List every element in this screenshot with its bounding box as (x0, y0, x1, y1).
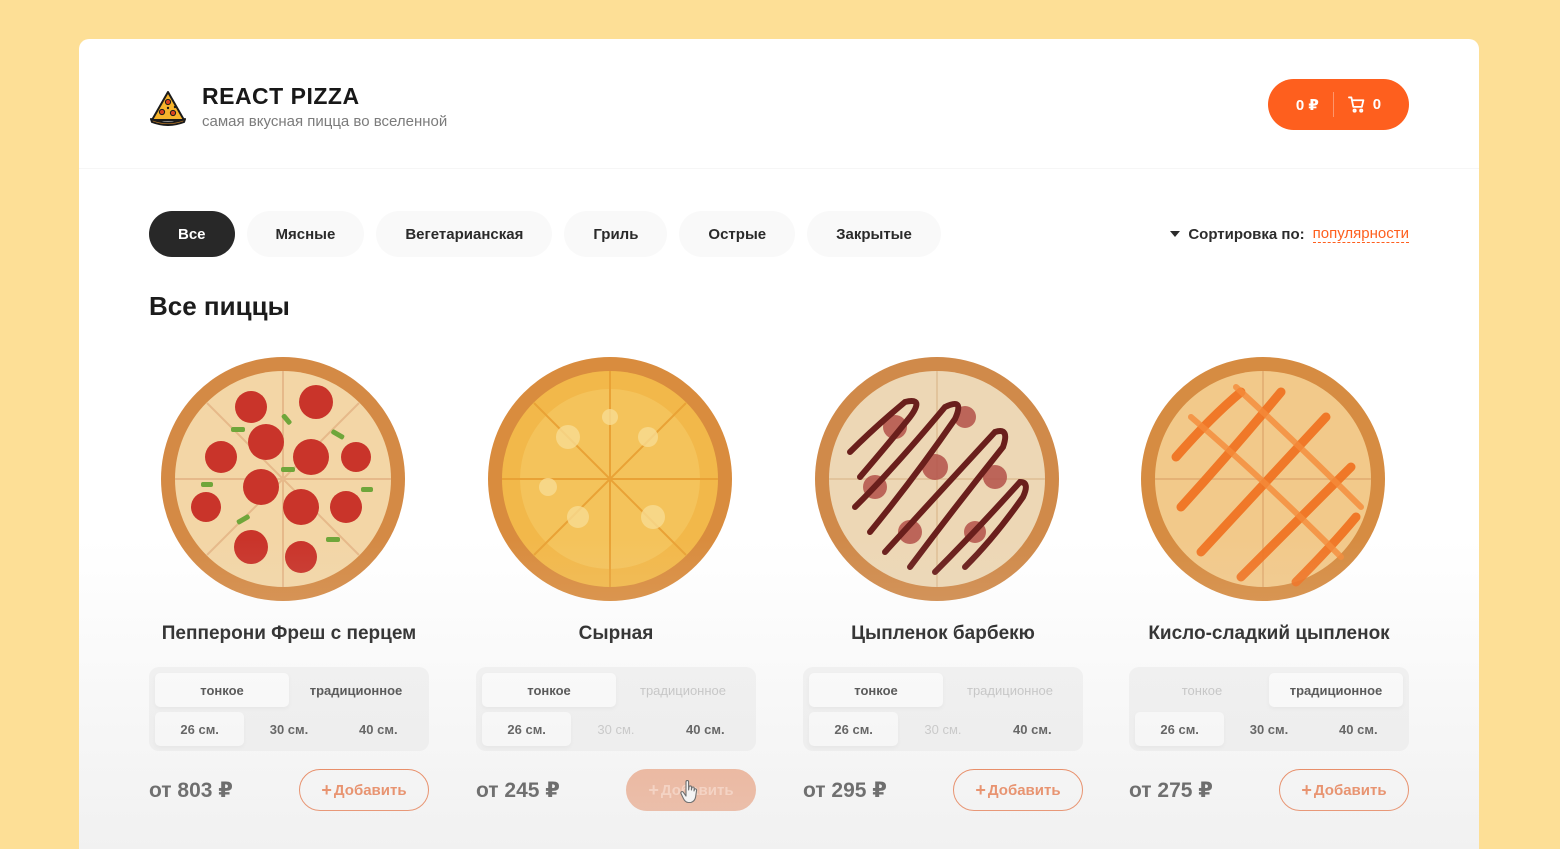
pizza-price: от 295 ₽ (803, 779, 887, 802)
add-label: Добавить (987, 781, 1061, 799)
size-option[interactable]: 26 см. (155, 712, 245, 746)
size-option[interactable]: 40 см. (334, 712, 423, 746)
size-row: 26 см. 30 см. 40 см. (482, 712, 750, 746)
pizza-image (488, 357, 732, 601)
page-wrapper: REACT PIZZA самая вкусная пицца во вселе… (79, 39, 1479, 849)
add-to-cart-button[interactable]: + Добавить (299, 769, 429, 811)
size-option: 30 см. (597, 721, 635, 737)
size-option[interactable]: 26 см. (809, 712, 899, 746)
pizza-title: Сырная (578, 623, 654, 644)
dough-type-option[interactable]: традиционное (1269, 673, 1403, 707)
sort-triangle-icon[interactable] (1170, 231, 1181, 237)
category-closed[interactable]: Закрытые (807, 211, 941, 257)
pizza-bottom: от 295 ₽ + Добавить (803, 769, 1083, 811)
pizza-selector: тонкое традиционное 26 см. 30 см. 40 см. (803, 667, 1083, 751)
size-row: 26 см. 30 см. 40 см. (1135, 712, 1403, 746)
hand-cursor-icon (680, 780, 698, 804)
logo-subtitle: самая вкусная пицца во вселенной (202, 113, 448, 130)
size-option[interactable]: 26 см. (482, 712, 572, 746)
cart-count: 0 (1372, 96, 1382, 113)
dough-type-option: тонкое (1181, 682, 1223, 698)
logo-title: REACT PIZZA (202, 83, 360, 109)
header: REACT PIZZA самая вкусная пицца во вселе… (79, 39, 1479, 169)
category-all[interactable]: Все (149, 211, 235, 257)
pizza-title: Кисло-сладкий цыпленок (1148, 623, 1390, 644)
dough-type-row: тонкое традиционное (809, 673, 1077, 707)
pizza-grid: Пепперони Фреш с перцем тонкое традицион… (149, 357, 1409, 827)
category-spicy[interactable]: Острые (679, 211, 796, 257)
pizza-card: Сырная тонкое традиционное 26 см. 30 см.… (476, 357, 756, 827)
dough-type-row: тонкое традиционное (1135, 673, 1403, 707)
pizza-card: Пепперони Фреш с перцем тонкое традицион… (149, 357, 429, 827)
plus-icon: + (648, 779, 659, 800)
cart-icon (1347, 96, 1365, 113)
size-option: 30 см. (924, 721, 962, 737)
add-to-cart-button[interactable]: + Добавить (1279, 769, 1409, 811)
sort-label: Сортировка по: (1188, 225, 1305, 243)
size-row: 26 см. 30 см. 40 см. (155, 712, 423, 746)
pizza-bottom: от 803 ₽ + Добавить (149, 769, 429, 811)
pizza-selector: тонкое традиционное 26 см. 30 см. 40 см. (1129, 667, 1409, 751)
category-vegetarian[interactable]: Вегетарианская (376, 211, 553, 257)
pizza-card: Кисло-сладкий цыпленок тонкое традиционн… (1129, 357, 1409, 827)
pizza-logo-icon (150, 90, 186, 126)
logo[interactable]: REACT PIZZA самая вкусная пицца во вселе… (149, 83, 447, 130)
pizza-image (815, 357, 1059, 601)
add-to-cart-button[interactable]: + Добавить (953, 769, 1083, 811)
pizza-price: от 803 ₽ (149, 779, 233, 802)
dough-type-option: традиционное (966, 682, 1054, 698)
dough-type-option[interactable]: тонкое (809, 673, 943, 707)
dough-type-row: тонкое традиционное (155, 673, 423, 707)
category-meat[interactable]: Мясные (246, 211, 365, 257)
cart-divider (1332, 92, 1334, 117)
add-label: Добавить (1313, 781, 1387, 799)
sort: Сортировка по: популярности (1170, 211, 1409, 257)
dough-type-option[interactable]: тонкое (482, 673, 616, 707)
size-option[interactable]: 30 см. (1224, 712, 1313, 746)
pizza-image (161, 357, 405, 601)
dough-type-option[interactable]: тонкое (155, 673, 289, 707)
plus-icon: + (1301, 779, 1312, 800)
dough-type-option: традиционное (639, 682, 727, 698)
pizza-card: Цыпленок барбекю тонкое традиционное 26 … (803, 357, 1083, 827)
size-row: 26 см. 30 см. 40 см. (809, 712, 1077, 746)
size-option[interactable]: 30 см. (244, 712, 333, 746)
pizza-title: Цыпленок барбекю (851, 623, 1035, 644)
cart-button[interactable]: 0 ₽ 0 (1268, 79, 1409, 130)
pizza-bottom: от 245 ₽ + Добавить (476, 769, 756, 811)
pizza-bottom: от 275 ₽ + Добавить (1129, 769, 1409, 811)
dough-type-row: тонкое традиционное (482, 673, 750, 707)
sort-value-dropdown[interactable]: популярности (1312, 225, 1409, 243)
pizza-selector: тонкое традиционное 26 см. 30 см. 40 см. (149, 667, 429, 751)
pizza-selector: тонкое традиционное 26 см. 30 см. 40 см. (476, 667, 756, 751)
add-to-cart-button[interactable]: + Добавить (626, 769, 756, 811)
pizza-price: от 275 ₽ (1129, 779, 1213, 802)
plus-icon: + (975, 779, 986, 800)
size-option[interactable]: 26 см. (1135, 712, 1225, 746)
pizza-title: Пепперони Фреш с перцем (161, 623, 417, 644)
category-grill[interactable]: Гриль (564, 211, 668, 257)
dough-type-option[interactable]: традиционное (289, 673, 423, 707)
size-option[interactable]: 40 см. (988, 712, 1077, 746)
pizza-price: от 245 ₽ (476, 779, 560, 802)
plus-icon: + (321, 779, 332, 800)
top-bar: Все Мясные Вегетарианская Гриль Острые З… (149, 211, 1409, 257)
cart-total: 0 ₽ (1295, 96, 1319, 114)
size-option[interactable]: 40 см. (1314, 712, 1403, 746)
content-title: Все пиццы (149, 291, 290, 321)
pizza-image (1141, 357, 1385, 601)
size-option[interactable]: 40 см. (661, 712, 750, 746)
add-label: Добавить (333, 781, 407, 799)
